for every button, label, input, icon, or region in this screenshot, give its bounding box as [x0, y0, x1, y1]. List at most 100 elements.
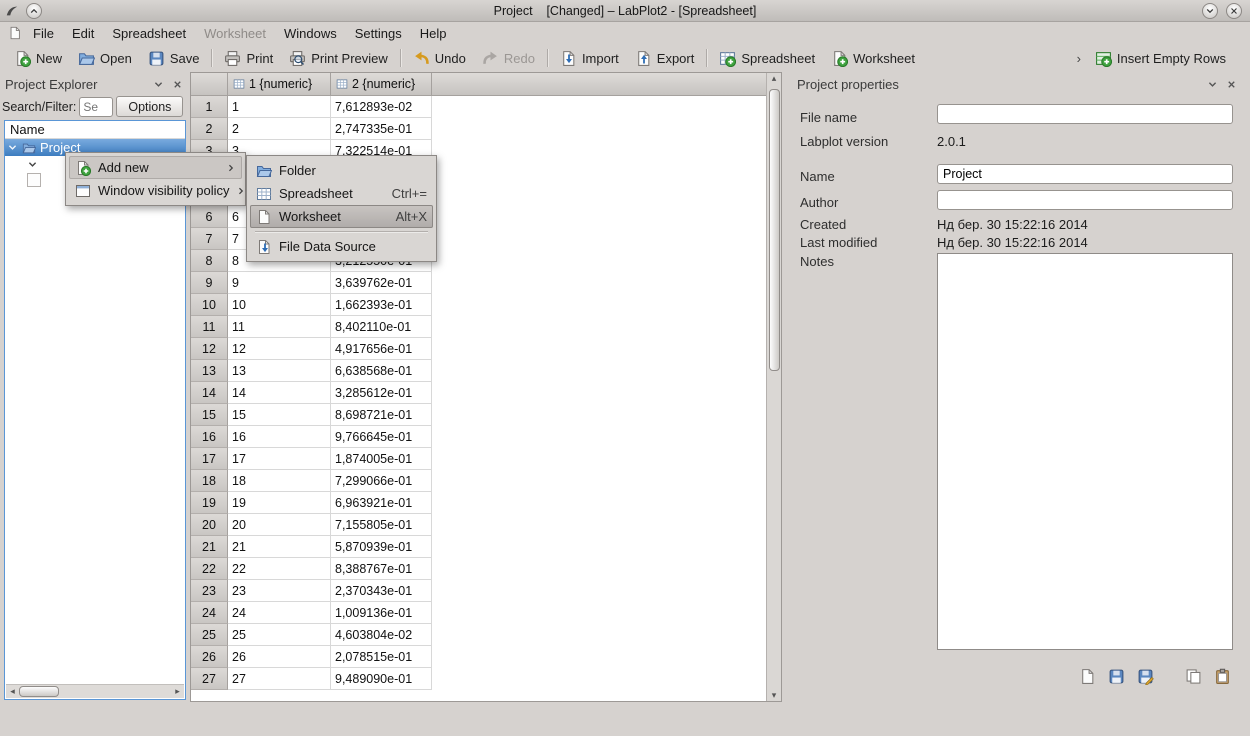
author-input[interactable]: [937, 190, 1233, 210]
notes-textarea[interactable]: [937, 253, 1233, 650]
row-header[interactable]: 17: [191, 448, 228, 470]
save-properties-button[interactable]: [1104, 666, 1128, 686]
spreadsheet-cell[interactable]: 9,766645e-01: [331, 426, 432, 448]
spreadsheet-cell[interactable]: 8,388767e-01: [331, 558, 432, 580]
print-preview-button[interactable]: Print Preview: [281, 47, 396, 70]
row-header[interactable]: 6: [191, 206, 228, 228]
spreadsheet-cell[interactable]: 9,489090e-01: [331, 668, 432, 690]
row-header[interactable]: 2: [191, 118, 228, 140]
spreadsheet-cell[interactable]: 14: [228, 382, 331, 404]
new-document-button[interactable]: [1075, 666, 1099, 686]
dock-close-icon[interactable]: [1224, 77, 1239, 92]
insert-empty-rows-button[interactable]: Insert Empty Rows: [1087, 47, 1234, 70]
spreadsheet-cell[interactable]: 18: [228, 470, 331, 492]
dock-close-icon[interactable]: [170, 77, 185, 92]
save-button[interactable]: Save: [140, 47, 208, 70]
column-header-2[interactable]: 2 {numeric}: [331, 73, 432, 96]
row-header[interactable]: 16: [191, 426, 228, 448]
paste-button[interactable]: [1210, 666, 1234, 686]
new-button[interactable]: New: [6, 47, 70, 70]
scroll-left-icon[interactable]: ◂: [6, 686, 19, 697]
spreadsheet-cell[interactable]: 8,698721e-01: [331, 404, 432, 426]
spreadsheet-cell[interactable]: 26: [228, 646, 331, 668]
row-header[interactable]: 13: [191, 360, 228, 382]
spreadsheet-cell[interactable]: 6,963921e-01: [331, 492, 432, 514]
tree-column-header-name[interactable]: Name: [5, 121, 185, 139]
menu-item-window-visibility-policy[interactable]: Window visibility policy: [69, 179, 242, 202]
spreadsheet-cell[interactable]: 24: [228, 602, 331, 624]
window-menu-button[interactable]: [26, 3, 42, 19]
spreadsheet-cell[interactable]: 5,870939e-01: [331, 536, 432, 558]
row-header[interactable]: 22: [191, 558, 228, 580]
spreadsheet-vertical-scrollbar[interactable]: ▴ ▾: [766, 73, 781, 701]
spreadsheet-cell[interactable]: 17: [228, 448, 331, 470]
spreadsheet-cell[interactable]: 16: [228, 426, 331, 448]
spreadsheet-cell[interactable]: 22: [228, 558, 331, 580]
submenu-item-folder[interactable]: Folder: [250, 159, 433, 182]
corner-cell[interactable]: [191, 73, 228, 96]
row-header[interactable]: 7: [191, 228, 228, 250]
row-header[interactable]: 24: [191, 602, 228, 624]
close-window-button[interactable]: [1226, 3, 1242, 19]
menu-settings[interactable]: Settings: [346, 24, 411, 43]
scroll-up-icon[interactable]: ▴: [768, 73, 781, 84]
name-input[interactable]: [937, 164, 1233, 184]
scrollbar-thumb[interactable]: [19, 686, 59, 697]
row-header[interactable]: 12: [191, 338, 228, 360]
row-header[interactable]: 9: [191, 272, 228, 294]
expand-caret-icon[interactable]: [27, 159, 38, 170]
menu-edit[interactable]: Edit: [63, 24, 103, 43]
row-header[interactable]: 8: [191, 250, 228, 272]
spreadsheet-cell[interactable]: 13: [228, 360, 331, 382]
spreadsheet-cell[interactable]: 23: [228, 580, 331, 602]
dock-float-icon[interactable]: [1205, 77, 1220, 92]
save-edit-button[interactable]: [1133, 666, 1157, 686]
spreadsheet-cell[interactable]: 2,370343e-01: [331, 580, 432, 602]
menu-help[interactable]: Help: [411, 24, 456, 43]
scroll-right-icon[interactable]: ▸: [171, 686, 184, 697]
menu-file[interactable]: File: [24, 24, 63, 43]
row-header[interactable]: 14: [191, 382, 228, 404]
spreadsheet-cell[interactable]: 4,917656e-01: [331, 338, 432, 360]
row-header[interactable]: 27: [191, 668, 228, 690]
spreadsheet-cell[interactable]: 27: [228, 668, 331, 690]
spreadsheet-cell[interactable]: 2: [228, 118, 331, 140]
spreadsheet-cell[interactable]: 1,662393e-01: [331, 294, 432, 316]
spreadsheet-cell[interactable]: 7,612893e-02: [331, 96, 432, 118]
spreadsheet-cell[interactable]: 19: [228, 492, 331, 514]
export-button[interactable]: Export: [627, 47, 703, 70]
column-header-1[interactable]: 1 {numeric}: [228, 73, 331, 96]
file-name-input[interactable]: [937, 104, 1233, 124]
print-button[interactable]: Print: [216, 47, 281, 70]
spreadsheet-cell[interactable]: 11: [228, 316, 331, 338]
toolbar-overflow-chevron[interactable]: ›: [1071, 51, 1087, 66]
dock-float-icon[interactable]: [151, 77, 166, 92]
spreadsheet-cell[interactable]: 1: [228, 96, 331, 118]
spreadsheet-cell[interactable]: 6,638568e-01: [331, 360, 432, 382]
copy-button[interactable]: [1181, 666, 1205, 686]
spreadsheet-cell[interactable]: 3,639762e-01: [331, 272, 432, 294]
import-button[interactable]: Import: [552, 47, 627, 70]
spreadsheet-cell[interactable]: 1,009136e-01: [331, 602, 432, 624]
row-header[interactable]: 23: [191, 580, 228, 602]
scroll-down-icon[interactable]: ▾: [768, 690, 781, 701]
spreadsheet-cell[interactable]: 9: [228, 272, 331, 294]
row-header[interactable]: 19: [191, 492, 228, 514]
search-filter-input[interactable]: [79, 97, 113, 117]
submenu-item-spreadsheet[interactable]: Spreadsheet Ctrl+=: [250, 182, 433, 205]
expand-caret-icon[interactable]: [7, 142, 18, 153]
menu-spreadsheet[interactable]: Spreadsheet: [103, 24, 195, 43]
spreadsheet-cell[interactable]: 20: [228, 514, 331, 536]
spreadsheet-cell[interactable]: 1,874005e-01: [331, 448, 432, 470]
spreadsheet-cell[interactable]: 3,285612e-01: [331, 382, 432, 404]
options-button[interactable]: Options: [116, 96, 183, 117]
spreadsheet-cell[interactable]: 10: [228, 294, 331, 316]
spreadsheet-cell[interactable]: 8,402110e-01: [331, 316, 432, 338]
submenu-item-file-data-source[interactable]: File Data Source: [250, 235, 433, 258]
row-header[interactable]: 10: [191, 294, 228, 316]
spreadsheet-cell[interactable]: 25: [228, 624, 331, 646]
row-header[interactable]: 26: [191, 646, 228, 668]
spreadsheet-cell[interactable]: 15: [228, 404, 331, 426]
undo-button[interactable]: Undo: [405, 47, 474, 70]
row-header[interactable]: 25: [191, 624, 228, 646]
